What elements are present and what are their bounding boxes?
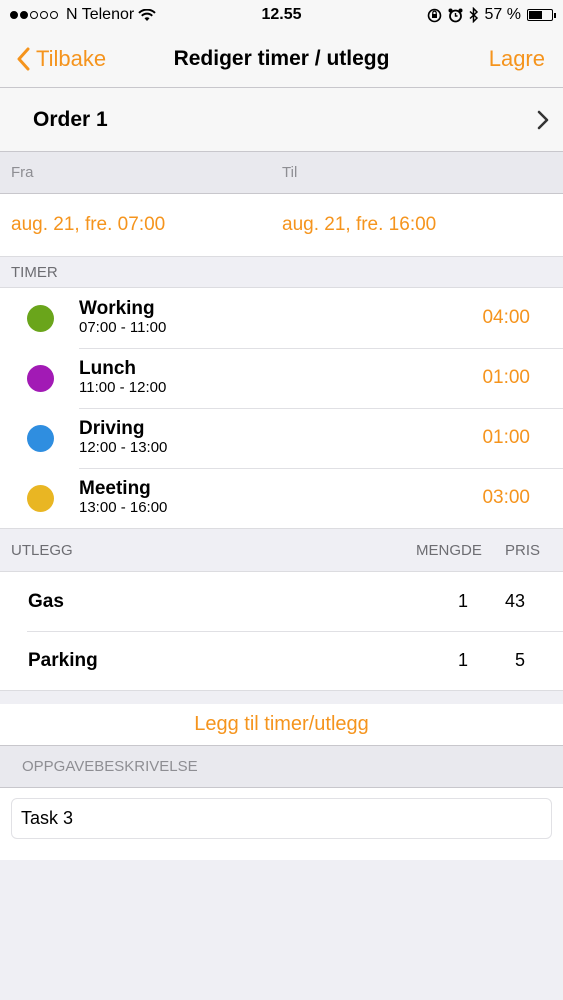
timer-item[interactable]: Meeting 13:00 - 16:00 03:00 (0, 468, 563, 528)
expense-quantity: 1 (457, 591, 468, 611)
order-selector[interactable]: Order 1 (0, 88, 563, 152)
expense-item[interactable]: Gas 1 43 (0, 572, 563, 631)
add-timer-expense-button[interactable]: Legg til timer/utlegg (0, 704, 563, 746)
expense-item[interactable]: Parking 1 5 (0, 631, 563, 690)
price-column-header: PRIS (505, 541, 541, 559)
expenses-section-header: UTLEGG MENGDE PRIS (0, 528, 563, 572)
timer-duration: 04:00 (482, 307, 530, 328)
expenses-header-label: UTLEGG (11, 541, 73, 559)
save-button[interactable]: Lagre (489, 46, 563, 72)
battery-percent: 57 % (484, 6, 521, 23)
expense-price: 5 (514, 650, 525, 670)
section-spacer (0, 690, 563, 704)
expense-name: Gas (28, 590, 64, 612)
timer-section-header: TIMER (0, 256, 563, 288)
timer-item[interactable]: Lunch 11:00 - 12:00 01:00 (0, 348, 563, 408)
orientation-lock-icon (427, 8, 441, 22)
from-datetime[interactable]: aug. 21, fre. 07:00 (0, 214, 271, 236)
to-label: Til (282, 164, 298, 181)
chevron-right-icon (537, 110, 549, 129)
expense-name: Parking (28, 649, 98, 671)
status-bar: N Telenor 12.55 57 % (0, 0, 563, 30)
timer-range: 11:00 - 12:00 (79, 379, 167, 396)
category-color-dot (27, 364, 54, 392)
quantity-column-header: MENGDE (416, 541, 482, 559)
timer-range: 07:00 - 11:00 (79, 319, 167, 336)
timer-range: 13:00 - 16:00 (79, 499, 168, 516)
status-right: 57 % (427, 6, 556, 24)
timer-list: Working 07:00 - 11:00 04:00 Lunch 11:00 … (0, 288, 563, 528)
category-color-dot (27, 484, 54, 512)
signal-dot (40, 11, 48, 19)
timer-name: Working (79, 298, 155, 319)
alarm-icon (448, 8, 463, 22)
period-header: Fra Til (0, 152, 563, 194)
chevron-left-icon (17, 47, 30, 70)
timer-duration: 01:00 (482, 367, 530, 388)
bluetooth-icon (469, 7, 478, 23)
timer-item[interactable]: Driving 12:00 - 13:00 01:00 (0, 408, 563, 468)
timer-name: Meeting (79, 478, 151, 499)
to-datetime[interactable]: aug. 21, fre. 16:00 (271, 214, 542, 236)
back-button[interactable]: Tilbake (0, 46, 106, 72)
category-color-dot (27, 424, 54, 452)
carrier-name: N Telenor (66, 6, 135, 23)
period-values: aug. 21, fre. 07:00 aug. 21, fre. 16:00 (0, 194, 563, 256)
wifi-icon (138, 8, 156, 21)
timer-name: Lunch (79, 358, 136, 379)
timer-item[interactable]: Working 07:00 - 11:00 04:00 (0, 288, 563, 348)
expense-price: 43 (504, 591, 525, 611)
expense-quantity: 1 (457, 650, 468, 670)
signal-dot (50, 11, 58, 19)
navigation-bar: Tilbake Rediger timer / utlegg Lagre (0, 30, 563, 88)
signal-dot (20, 11, 28, 19)
background-fill (0, 860, 563, 1000)
timer-duration: 01:00 (482, 427, 530, 448)
status-left: N Telenor (10, 6, 156, 24)
battery-level (529, 11, 542, 19)
battery-icon (527, 9, 556, 21)
description-section-header: OPPGAVEBESKRIVELSE (0, 746, 563, 788)
timer-name: Driving (79, 418, 145, 439)
timer-range: 12:00 - 13:00 (79, 439, 168, 456)
order-label: Order 1 (33, 107, 108, 131)
expenses-list: Gas 1 43 Parking 1 5 (0, 572, 563, 690)
timer-duration: 03:00 (482, 487, 530, 508)
from-label: Fra (11, 164, 34, 181)
description-container (0, 788, 563, 860)
signal-dot (10, 11, 18, 19)
back-button-label: Tilbake (36, 45, 107, 71)
description-input[interactable] (11, 798, 552, 839)
signal-strength-icon (10, 11, 58, 19)
signal-dot (30, 11, 38, 19)
category-color-dot (27, 304, 54, 332)
